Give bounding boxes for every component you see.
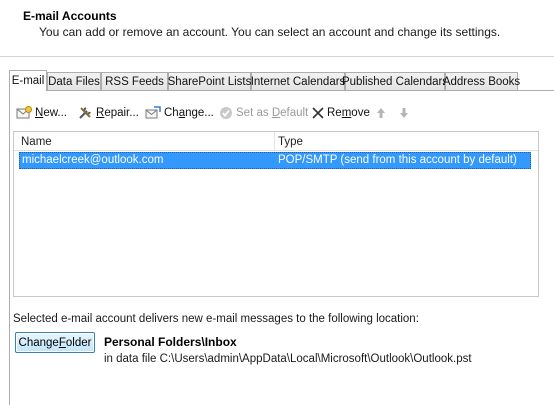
new-account-icon — [16, 106, 32, 119]
new-account-label: New... — [35, 107, 67, 119]
arrow-up-icon — [377, 108, 385, 118]
change-button[interactable]: Change... — [145, 105, 214, 121]
header-divider — [0, 56, 554, 57]
column-divider[interactable] — [274, 132, 275, 150]
tab-label: Published Calendars — [341, 75, 449, 88]
tab-address-books[interactable]: Address Books — [442, 72, 521, 90]
column-header-name[interactable]: Name — [21, 136, 52, 148]
move-up-button[interactable] — [376, 105, 386, 121]
tab-label: Address Books — [442, 75, 521, 88]
header-title: E-mail Accounts — [23, 9, 117, 23]
tab-label: Internet Calendars — [250, 75, 346, 88]
move-down-button[interactable] — [399, 105, 409, 121]
header-subtitle: You can add or remove an account. You ca… — [39, 25, 501, 39]
tab-label: Data Files — [48, 75, 100, 88]
repair-button[interactable]: Repair... — [78, 105, 139, 121]
tab-published-calendars[interactable]: Published Calendars — [341, 72, 449, 90]
tab-label: E-mail — [11, 75, 45, 87]
delivery-folder-name: Personal Folders\Inbox — [104, 335, 237, 349]
account-row[interactable]: michaelcreek@outlook.com POP/SMTP (send … — [19, 152, 531, 169]
delivery-location-label: Selected e-mail account delivers new e-m… — [13, 313, 419, 325]
set-as-default-label: Set as Default — [236, 107, 309, 119]
delivery-folder-path: in data file C:\Users\admin\AppData\Loca… — [104, 353, 472, 365]
tab-data-files[interactable]: Data Files — [47, 72, 101, 90]
new-account-button[interactable]: New... — [16, 105, 67, 121]
remove-button[interactable]: Remove — [312, 105, 370, 121]
repair-label: Repair... — [96, 107, 139, 119]
tab-internet-calendars[interactable]: Internet Calendars — [251, 72, 345, 90]
account-name: michaelcreek@outlook.com — [22, 154, 164, 166]
list-header: Name Type — [14, 132, 538, 151]
tab-email[interactable]: E-mail — [9, 70, 47, 91]
change-folder-button[interactable]: Change Folder — [15, 332, 95, 353]
change-account-icon — [145, 106, 161, 119]
tab-label: RSS Feeds — [105, 75, 164, 88]
arrow-down-icon — [400, 108, 408, 118]
change-label: Change... — [164, 107, 214, 119]
account-type: POP/SMTP (send from this account by defa… — [278, 154, 517, 166]
x-icon — [312, 107, 324, 119]
tab-label: SharePoint Lists — [167, 75, 252, 88]
remove-label: Remove — [327, 107, 370, 119]
tab-sharepoint-lists[interactable]: SharePoint Lists — [168, 72, 251, 90]
dialog-header: E-mail Accounts You can add or remove an… — [0, 0, 554, 55]
checkmark-circle-icon — [220, 107, 232, 119]
repair-tools-icon — [79, 107, 91, 119]
tab-rss-feeds[interactable]: RSS Feeds — [101, 72, 168, 90]
column-header-type[interactable]: Type — [278, 136, 303, 148]
account-list[interactable]: Name Type michaelcreek@outlook.com POP/S… — [13, 131, 539, 297]
set-as-default-button[interactable]: Set as Default — [219, 105, 308, 121]
